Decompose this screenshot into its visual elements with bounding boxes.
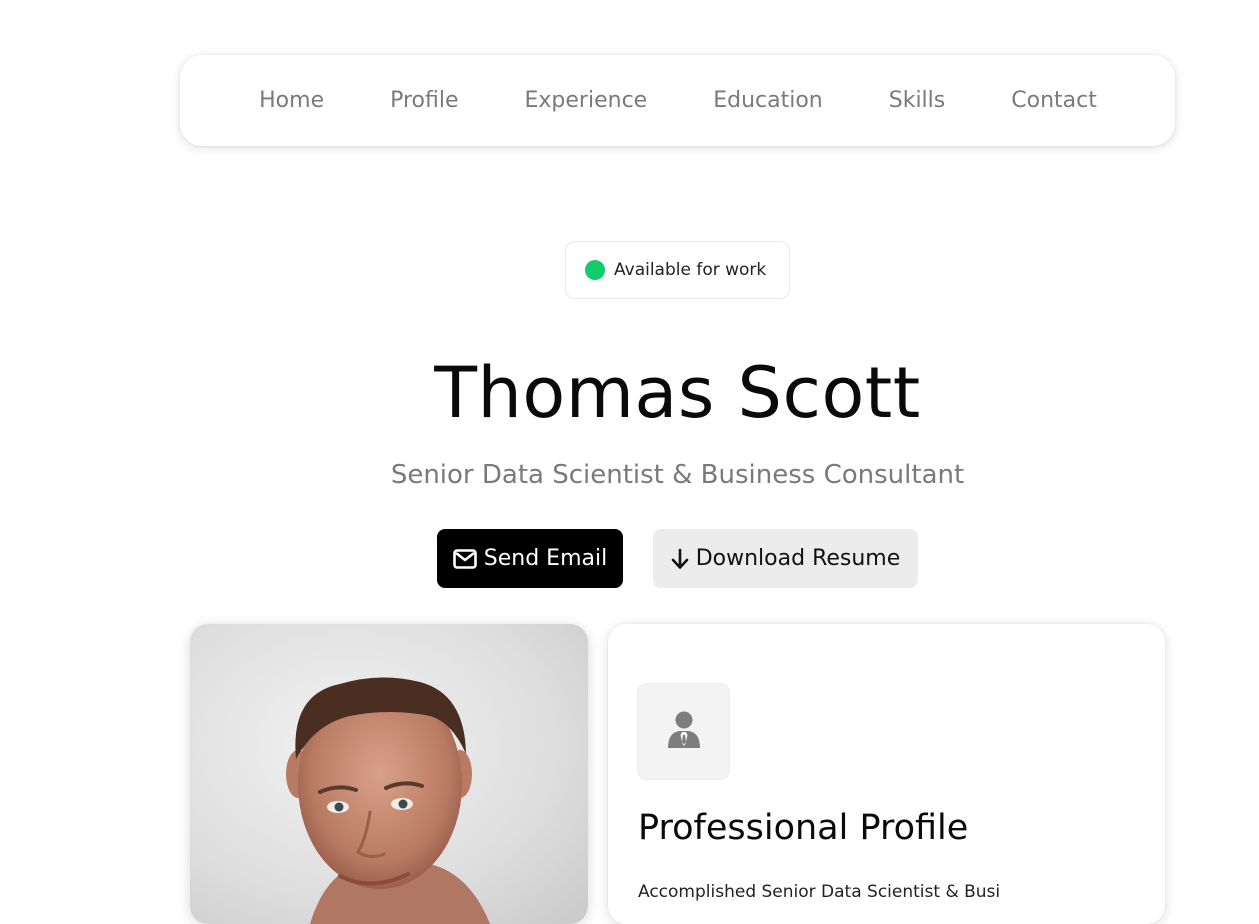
profile-summary-text: Accomplished Senior Data Scientist & Bus…	[638, 882, 1001, 902]
nav-skills-link[interactable]: Skills	[889, 88, 946, 113]
nav-education-link[interactable]: Education	[713, 88, 823, 113]
portrait-image	[286, 677, 490, 924]
hero-name: Thomas Scott	[434, 352, 921, 434]
main-navigation: Home Profile Experience Education Skills…	[180, 55, 1175, 146]
profile-photo	[190, 624, 588, 924]
send-email-button[interactable]: Send Email	[437, 529, 623, 588]
nav-contact-link[interactable]: Contact	[1011, 88, 1097, 113]
availability-label: Available for work	[614, 260, 767, 280]
download-resume-label: Download Resume	[695, 546, 901, 571]
arrow-down-icon	[671, 548, 689, 570]
download-resume-button[interactable]: Download Resume	[653, 529, 918, 588]
send-email-label: Send Email	[483, 546, 608, 571]
envelope-icon	[452, 548, 477, 569]
professional-profile-card: Professional Profile Accomplished Senior…	[608, 624, 1165, 924]
hero-title: Senior Data Scientist & Business Consult…	[390, 460, 965, 490]
user-tie-icon	[667, 711, 701, 753]
nav-profile-link[interactable]: Profile	[390, 88, 458, 113]
profile-heading: Professional Profile	[638, 808, 969, 848]
profile-icon-container	[637, 683, 730, 780]
nav-home-link[interactable]: Home	[259, 88, 324, 113]
availability-badge: Available for work	[565, 241, 790, 299]
status-dot-icon	[585, 260, 605, 280]
nav-experience-link[interactable]: Experience	[525, 88, 648, 113]
